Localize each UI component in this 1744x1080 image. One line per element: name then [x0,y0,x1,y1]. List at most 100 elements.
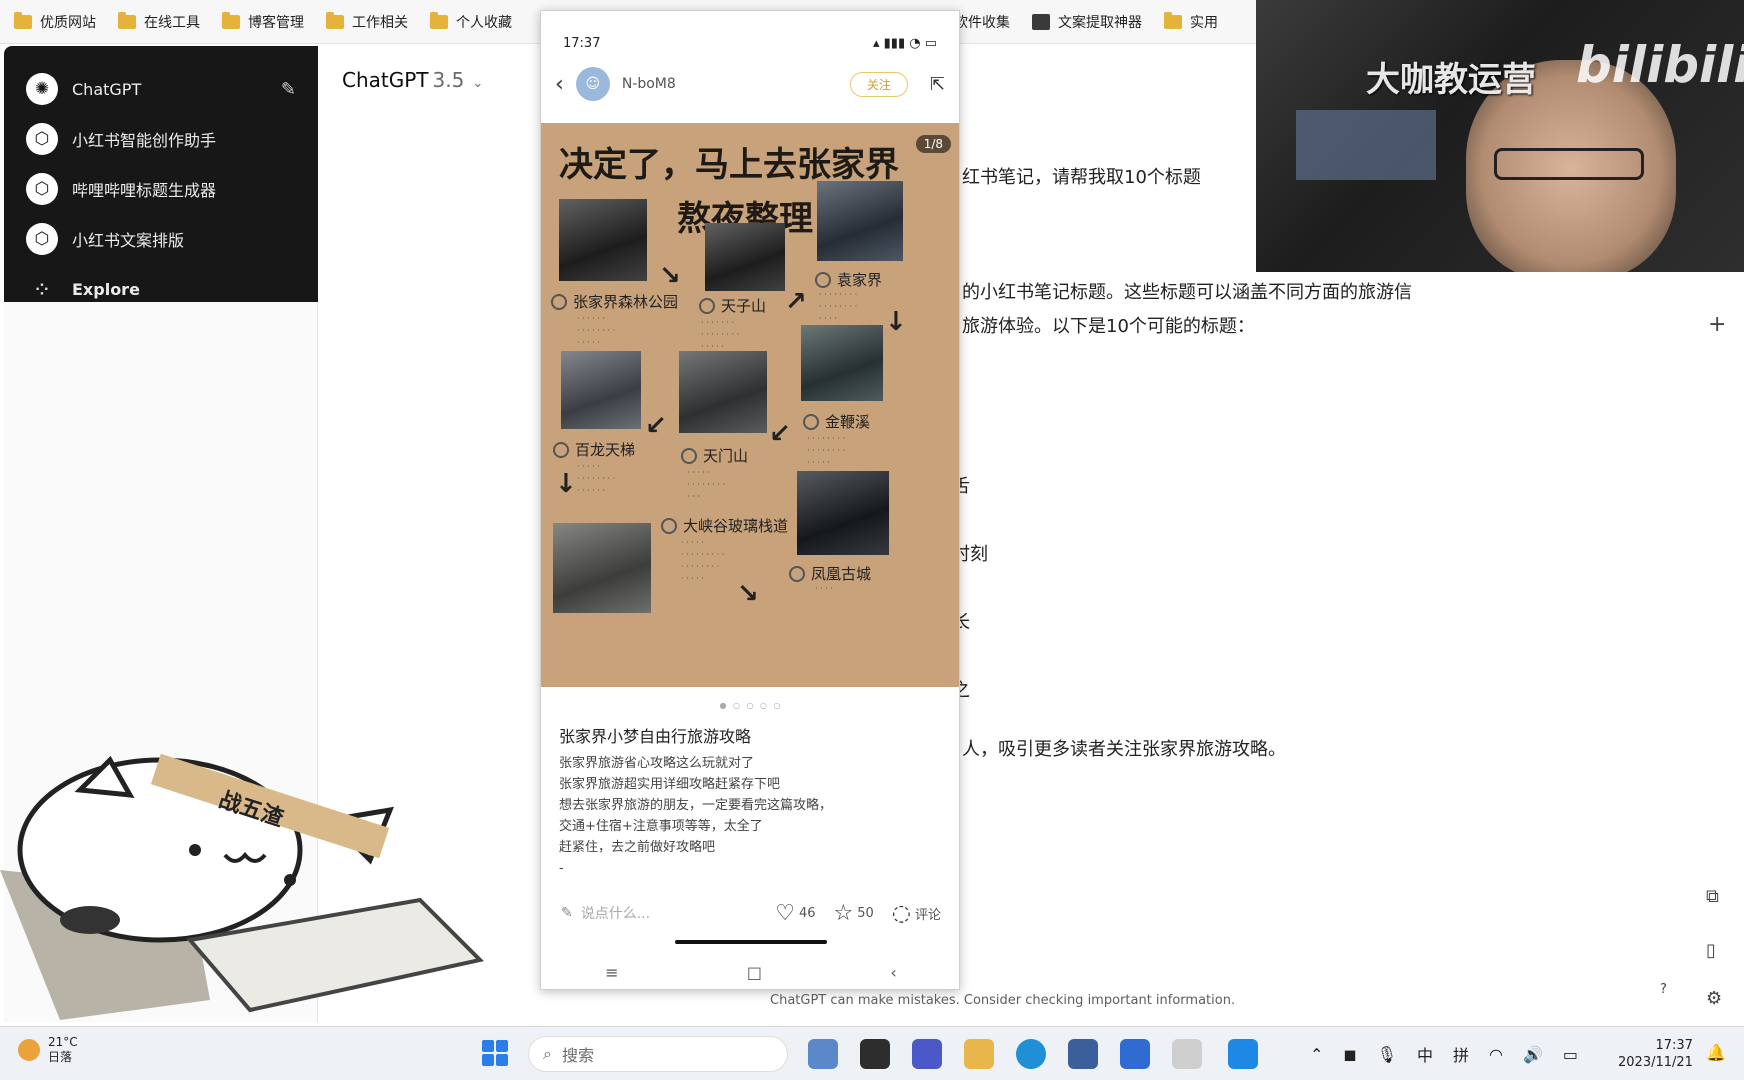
taskbar-search[interactable]: ⌕ 搜索 [528,1036,788,1072]
ime-mode[interactable]: 拼 [1453,1042,1469,1066]
avatar[interactable]: ☺ [575,67,610,101]
spot-note: · · · · [815,584,833,593]
panel-icon[interactable]: ▯ [1706,940,1716,961]
screenshot-icon[interactable]: ⧉ [1706,886,1719,907]
home-square-icon[interactable]: □ [747,963,762,982]
search-icon: ⌕ [543,1044,552,1063]
windows-start-icon[interactable] [482,1040,508,1066]
taskbar-clock[interactable]: 17:37 2023/11/21 [1618,1037,1693,1071]
back-arrow-icon[interactable]: ‹ [890,963,896,982]
file-explorer-icon[interactable] [964,1039,994,1069]
microphone-icon[interactable]: 🎙 [1377,1045,1397,1064]
ime-language[interactable]: 中 [1417,1042,1433,1066]
spot-tianzi: 天子山 [699,295,766,316]
home-indicator [675,940,827,944]
arrow-icon: ↙ [769,419,791,449]
taskbar-app-icon[interactable] [1068,1039,1098,1069]
circle-icon [789,565,805,582]
sunset-icon [18,1039,40,1061]
edge-icon[interactable] [1016,1039,1046,1069]
photo-jinbian [801,325,883,401]
arrow-icon: ↓ [885,307,907,337]
video-watermark-text: 大咖教运营 [1366,60,1536,100]
note-title: 张家界小梦自由行旅游攻略 [559,727,752,746]
signal-wifi-battery-icon: ▴ ▮▮▮ ◔ ▭ [872,35,937,51]
poster-title: 决定了，马上去张家界 [559,145,899,185]
model-selector[interactable]: ChatGPT 3.5 ⌄ [342,68,483,92]
help-icon[interactable]: ? [1660,982,1667,997]
sidebar-item-bili-title[interactable]: ⬡ 哔哩哔哩标题生成器 [26,164,296,214]
sidebar-item-xhs-layout[interactable]: ⬡ 小红书文案排版 [26,214,296,264]
new-chat-edit-icon[interactable]: ✎ [281,79,296,100]
spot-bailong: 百龙天梯 [553,439,635,460]
comment-bubble-icon: ◌ [891,900,911,926]
username[interactable]: N-boM8 [622,76,676,92]
folder-icon [326,11,344,29]
menu-icon[interactable]: ≡ [605,963,618,982]
disclaimer-text: ChatGPT can make mistakes. Consider chec… [770,993,1236,1008]
chat-text: 红书笔记，请帮我取10个标题 [962,167,1201,188]
taskbar-app-icon[interactable] [1172,1039,1202,1069]
photo-yuanjiajie [817,181,903,261]
photo-tianmen [679,351,767,433]
teams-icon[interactable] [912,1039,942,1069]
notepad-icon[interactable] [1120,1039,1150,1069]
bookmark-personal[interactable]: 个人收藏 [430,11,512,32]
bookmark-text-extract[interactable]: 文案提取神器 [1032,12,1142,32]
chatgpt-sidebar: ✺ ChatGPT ✎ ⬡ 小红书智能创作助手 ⬡ 哔哩哔哩标题生成器 ⬡ 小红… [4,46,318,302]
like-button[interactable]: ♡ 46 [775,901,815,926]
arrow-icon: ↙ [645,411,667,441]
notification-bell-icon[interactable]: 🔔 [1706,1043,1726,1062]
comment-input[interactable]: 说点什么... [581,903,757,923]
comment-button[interactable]: ◌ 评论 [892,901,941,926]
chevron-up-icon[interactable]: ⌃ [1310,1045,1323,1064]
battery-icon[interactable]: ▭ [1563,1045,1578,1064]
weather-widget[interactable]: 21°C 日落 [18,1035,78,1065]
folder-icon [118,11,136,29]
arrow-icon: ↗ [785,287,807,317]
spot-forest: 张家界森林公园 [551,291,678,312]
bookmark-youzhi[interactable]: 优质网站 [14,11,96,32]
star-icon: ☆ [833,900,854,926]
taskbar-app-icon[interactable] [808,1039,838,1069]
gpt-cube-icon: ⬡ [26,223,58,255]
collect-button[interactable]: ☆ 50 [834,901,874,926]
taskbar-app-icon[interactable] [860,1039,890,1069]
back-icon[interactable]: ‹ [555,72,564,97]
follow-button[interactable]: 关注 [849,71,908,97]
spot-note: · · · · · · · · · · · · · · · · · · · · · … [681,538,725,583]
bookmark-useful[interactable]: 实用 [1164,11,1218,32]
taskbar: 21°C 日落 ⌕ 搜索 ⌃ ◼ 🎙 中 拼 ◠ 🔊 ▭ 17:37 2023/1… [0,1026,1744,1080]
wifi-icon[interactable]: ◠ [1489,1045,1503,1064]
bookmark-online-tools[interactable]: 在线工具 [118,11,200,32]
circle-icon [661,517,677,534]
bookmark-work[interactable]: 工作相关 [326,11,408,32]
bilibili-logo: bilibili [1576,36,1744,94]
webcam-overlay: 大咖教运营 bilibili [1256,0,1744,272]
volume-icon[interactable]: 🔊 [1523,1045,1543,1064]
folder-icon [14,11,32,29]
tray-app-icon[interactable]: ◼ [1343,1045,1356,1064]
spot-tianmen: 天门山 [681,445,748,466]
note-body: 张家界旅游省心攻略这么玩就对了 张家界旅游超实用详细攻略赶紧存下吧 想去张家界旅… [559,756,833,876]
phone-mirror-window[interactable]: 17:37 ▴ ▮▮▮ ◔ ▭ ‹ ☺ N-boM8 关注 ⇱ 决定了，马上去张… [540,10,960,990]
circle-icon [551,293,567,310]
heart-icon: ♡ [775,900,795,926]
poster-image[interactable]: 决定了，马上去张家界 熬夜整理 1/8 张家界森林公园 · · · · · · ·… [541,123,959,687]
spot-note: · · · · · · · · · · · · · · · · · · · · · [807,434,846,467]
phone-status-bar: 17:37 ▴ ▮▮▮ ◔ ▭ [563,35,937,51]
bookmark-blog[interactable]: 博客管理 [222,11,304,32]
photo-forest [559,199,647,281]
sidebar-item-chatgpt[interactable]: ✺ ChatGPT ✎ [26,64,296,114]
gear-icon[interactable]: ⚙ [1706,988,1722,1009]
openai-logo-icon: ✺ [26,73,58,105]
cat-eye [189,844,201,856]
phone-link-icon[interactable] [1228,1039,1258,1069]
share-icon[interactable]: ⇱ [930,74,945,95]
plus-icon[interactable]: + [1708,312,1726,337]
photo-tianzi [705,223,785,291]
photo-fenghuang [797,471,889,555]
app-icon [1032,13,1050,30]
mouse [60,906,120,934]
sidebar-item-xhs-assistant[interactable]: ⬡ 小红书智能创作助手 [26,114,296,164]
